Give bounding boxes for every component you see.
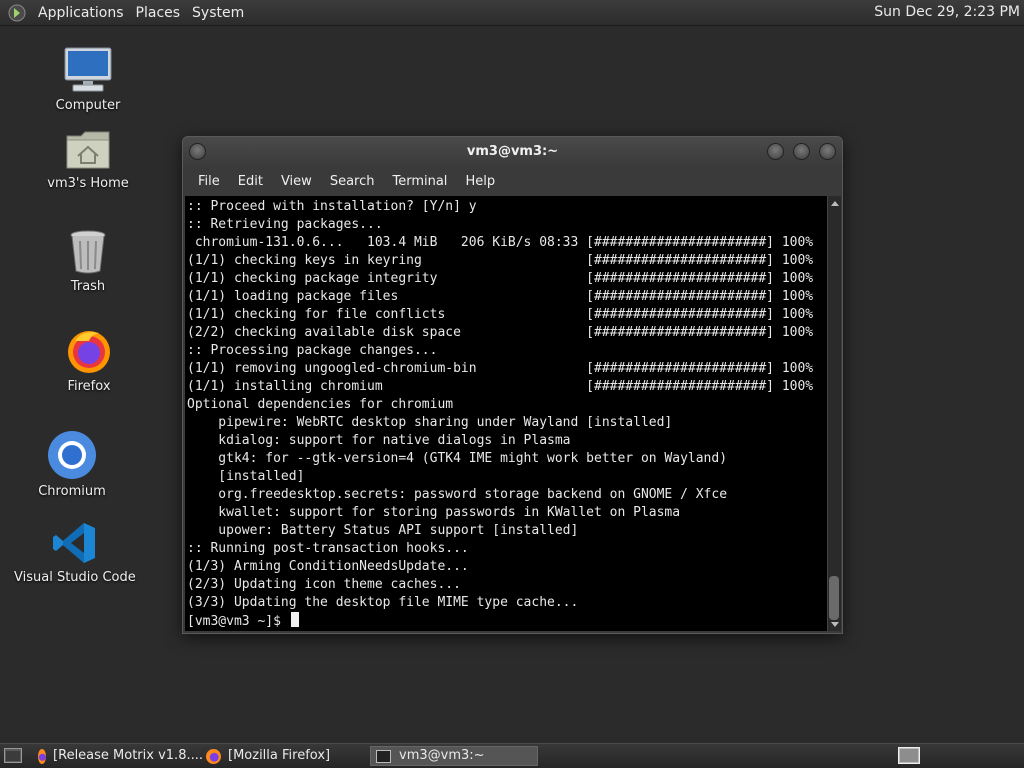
menu-view[interactable]: View [272,174,321,189]
top-panel: Applications Places System Sun Dec 29, 2… [0,0,1024,26]
terminal-icon [376,749,391,763]
terminal-line: (1/1) checking for file conflicts [#####… [187,307,814,322]
desktop-icon-label: Trash [70,279,106,294]
menu-edit[interactable]: Edit [229,174,272,189]
show-desktop-icon[interactable] [4,748,22,763]
desktop-icon-label: Computer [55,98,121,113]
applications-menu[interactable]: Applications [32,5,130,21]
terminal-prompt: [vm3@vm3 ~]$ [187,614,289,629]
terminal-line: (3/3) Updating the desktop file MIME typ… [187,595,579,610]
desktop-icon-label: Visual Studio Code [14,570,136,585]
maximize-button[interactable] [793,143,810,160]
terminal-output[interactable]: :: Proceed with installation? [Y/n] y:: … [185,196,827,631]
bottom-panel: [Release Motrix v1.8.... [Mozilla Firefo… [0,743,1024,768]
clock[interactable]: Sun Dec 29, 2:23 PM [874,4,1020,20]
terminal-line: (2/2) checking available disk space [###… [187,325,814,340]
desktop-icon-computer[interactable]: Computer [28,44,148,113]
desktop-icon-firefox[interactable]: Firefox [29,327,149,394]
terminal-line: pipewire: WebRTC desktop sharing under W… [187,415,673,430]
menu-terminal[interactable]: Terminal [383,174,456,189]
workspace-switcher-icon[interactable] [898,747,920,764]
menu-file[interactable]: File [189,174,229,189]
home-folder-icon [66,131,110,169]
menu-help[interactable]: Help [456,174,504,189]
taskbar-item-label: [Mozilla Firefox] [228,748,331,763]
desktop-icon-home[interactable]: vm3's Home [28,128,148,191]
minimize-button[interactable] [767,143,784,160]
terminal-line: upower: Battery Status API support [inst… [187,523,579,538]
terminal-line: kwallet: support for storing passwords i… [187,505,681,520]
taskbar-item-terminal[interactable]: vm3@vm3:~ [370,746,538,766]
computer-icon [64,47,112,92]
terminal-window[interactable]: vm3@vm3:~ File Edit View Search Terminal… [182,136,843,634]
scroll-down-icon[interactable] [831,622,839,627]
desktop-icon-vscode[interactable]: Visual Studio Code [14,520,136,585]
desktop-icon-trash[interactable]: Trash [28,229,148,294]
terminal-prompt-line[interactable]: [vm3@vm3 ~]$ [187,612,827,630]
chromium-icon [48,431,96,479]
desktop-icon-label: vm3's Home [47,176,129,191]
window-titlebar[interactable]: vm3@vm3:~ [183,137,842,167]
vscode-icon [53,523,95,563]
distro-logo-icon[interactable] [8,4,26,22]
text-cursor [290,612,299,627]
taskbar-item-label: [Release Motrix v1.8.... [53,748,203,763]
terminal-line: :: Processing package changes... [187,343,438,358]
desktop-icon-label: Firefox [67,379,111,394]
terminal-line: chromium-131.0.6... 103.4 MiB 206 KiB/s … [187,235,814,250]
terminal-line: (1/1) checking package integrity [######… [187,271,814,286]
window-menubar: File Edit View Search Terminal Help [183,167,842,195]
taskbar-item-mozilla-firefox[interactable]: [Mozilla Firefox] [206,746,366,766]
desktop-icon-label: Chromium [38,484,106,499]
terminal-line: (1/1) removing ungoogled-chromium-bin [#… [187,361,814,376]
terminal-line: (1/1) loading package files [###########… [187,289,814,304]
terminal-line: :: Proceed with installation? [Y/n] y [187,199,477,214]
terminal-line: (1/1) checking keys in keyring [########… [187,253,814,268]
window-menu-icon[interactable] [189,143,206,160]
window-title: vm3@vm3:~ [466,144,559,159]
terminal-line: :: Running post-transaction hooks... [187,541,469,556]
firefox-icon [206,748,221,764]
scroll-up-icon[interactable] [831,201,839,206]
places-menu[interactable]: Places [130,5,187,21]
terminal-line: :: Retrieving packages... [187,217,383,232]
system-menu[interactable]: System [186,5,250,21]
terminal-line: (2/3) Updating icon theme caches... [187,577,461,592]
desktop-icon-chromium[interactable]: Chromium [12,430,132,499]
taskbar-item-label: vm3@vm3:~ [399,748,485,763]
terminal-line: [installed] [187,469,305,484]
close-button[interactable] [819,143,836,160]
trash-icon [70,230,106,274]
scrollbar-thumb[interactable] [829,576,839,620]
terminal-line: Optional dependencies for chromium [187,397,454,412]
terminal-line: org.freedesktop.secrets: password storag… [187,487,728,502]
firefox-icon [68,331,110,373]
terminal-line: (1/3) Arming ConditionNeedsUpdate... [187,559,469,574]
terminal-line: (1/1) installing chromium [#############… [187,379,814,394]
terminal-line: kdialog: support for native dialogs in P… [187,433,571,448]
terminal-line: gtk4: for --gtk-version=4 (GTK4 IME migh… [187,451,728,466]
menu-search[interactable]: Search [321,174,384,189]
terminal-scrollbar[interactable] [827,196,841,631]
taskbar-item-release-motrix[interactable]: [Release Motrix v1.8.... [38,746,203,766]
firefox-icon [38,748,47,764]
